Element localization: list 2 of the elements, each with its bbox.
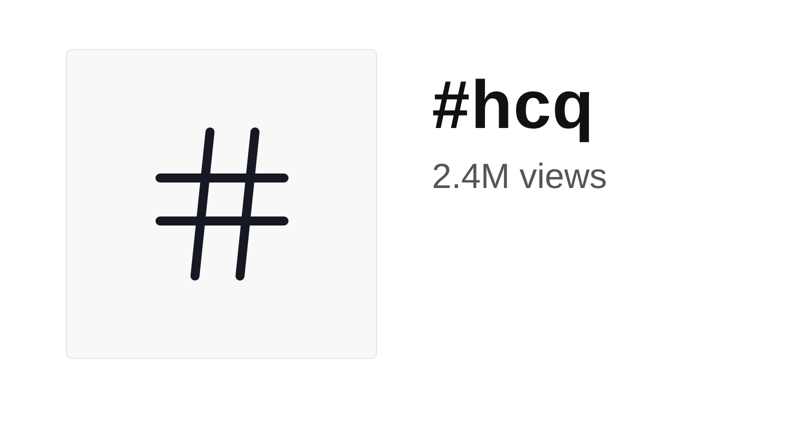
hashtag-icon — [154, 127, 288, 281]
view-count: 2.4M views — [432, 159, 608, 194]
